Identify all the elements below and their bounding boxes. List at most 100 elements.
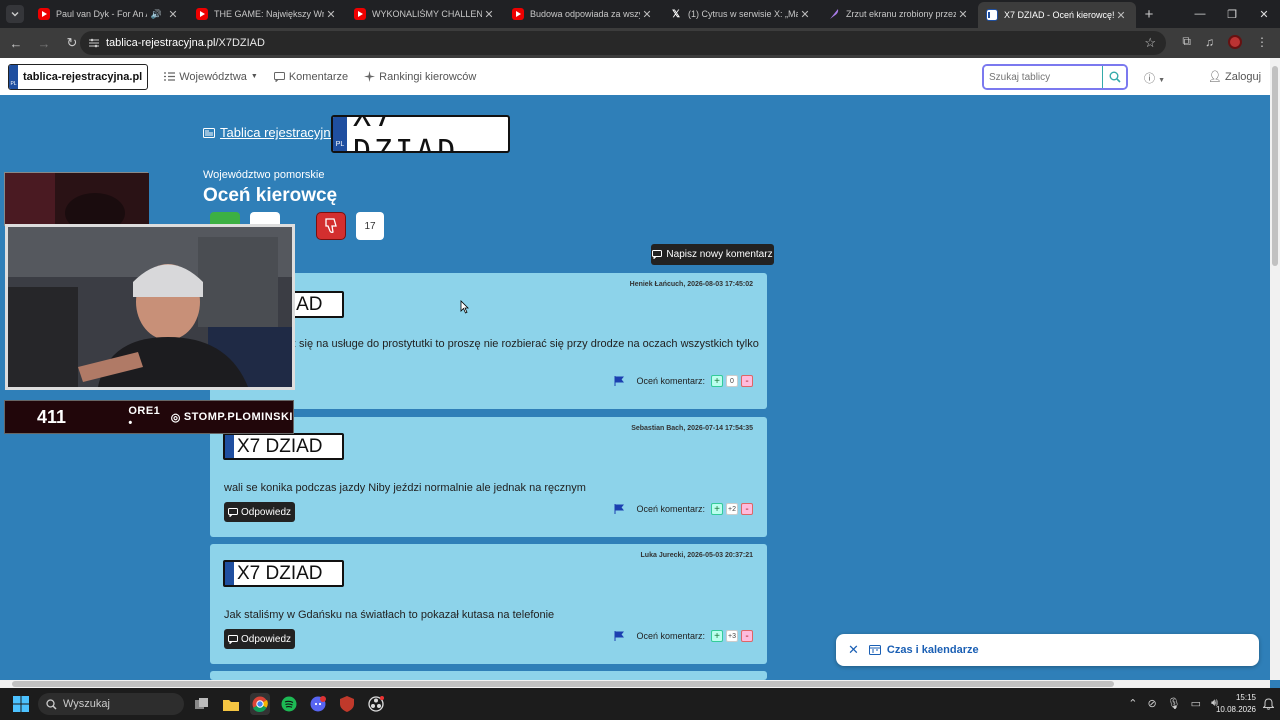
newspaper-icon: [203, 127, 215, 138]
browser-tab-2[interactable]: THE GAME: Największy Wróg... ✕: [188, 0, 346, 28]
forward-arrow-icon[interactable]: →: [32, 36, 56, 51]
microphone-icon[interactable]: 🎙︎: [1167, 697, 1181, 710]
login-link[interactable]: 👤︎ Zaloguj: [1208, 70, 1261, 83]
tab-title: Budowa odpowiada za wszystk...: [530, 9, 640, 19]
more-menu-icon[interactable]: ⋮: [1256, 35, 1268, 49]
tab-search-button[interactable]: [6, 5, 24, 23]
reply-button[interactable]: Odpowiedz: [224, 502, 295, 522]
display-icon[interactable]: ▭: [1191, 697, 1201, 710]
browser-tab-3[interactable]: WYKONALIŚMY CHALLENGE O... ✕: [346, 0, 504, 28]
taskbar-clock[interactable]: 15:15 10.08.2026: [1216, 692, 1256, 716]
close-window-icon[interactable]: ✕: [1248, 0, 1280, 28]
new-tab-icon[interactable]: +: [1136, 6, 1162, 23]
scrollbar-thumb[interactable]: [1272, 66, 1278, 266]
plate-search-input[interactable]: [984, 66, 1102, 88]
extensions-icon[interactable]: ⧉: [1182, 34, 1191, 49]
file-explorer-icon[interactable]: [221, 693, 241, 715]
back-arrow-icon[interactable]: ←: [4, 36, 28, 51]
close-tab-icon[interactable]: ✕: [798, 8, 812, 21]
url-text: tablica-rejestracyjna.pl/X7DZIAD: [106, 37, 265, 49]
search-button[interactable]: [1102, 66, 1126, 88]
comment-plate: X7 DZIAD: [223, 433, 344, 460]
spotify-icon[interactable]: [279, 693, 299, 715]
new-comment-button[interactable]: Napisz nowy komentarz: [651, 244, 774, 265]
minimize-icon[interactable]: —: [1184, 0, 1216, 28]
windows-start-icon[interactable]: [13, 696, 29, 712]
profile-avatar[interactable]: [1228, 34, 1242, 49]
plate-breadcrumb-link[interactable]: Tablica rejestracyjna: [203, 125, 338, 140]
feather-icon: [828, 8, 840, 20]
menu-comments-label: Komentarze: [288, 70, 349, 83]
close-tab-icon[interactable]: ✕: [956, 8, 970, 21]
tab-title: THE GAME: Największy Wróg...: [214, 9, 324, 19]
site-settings-icon[interactable]: [88, 37, 100, 49]
browser-tab-1[interactable]: Paul van Dyk - For An Angel 🔊 ✕: [30, 0, 188, 28]
plate-link-label: Tablica rejestracyjna: [220, 125, 338, 140]
plate-icon: [986, 9, 998, 21]
close-tab-icon[interactable]: ✕: [1114, 9, 1128, 22]
downvote-button[interactable]: -: [741, 375, 753, 387]
browser-tab-6[interactable]: Zrzut ekranu zrobiony przez Lig... ✕: [820, 0, 978, 28]
caret-down-icon: ▼: [250, 73, 258, 80]
discord-icon[interactable]: [308, 693, 328, 715]
chrome-icon[interactable]: [250, 693, 270, 715]
report-flag-icon[interactable]: [614, 631, 625, 641]
close-tab-icon[interactable]: ✕: [324, 8, 338, 21]
obs-icon[interactable]: [366, 693, 386, 715]
menu-rankings-label: Rankingi kierowców: [379, 70, 477, 83]
browser-tab-5[interactable]: 𝕏 (1) Cytrus w serwisie X: „Mamm... ✕: [662, 0, 820, 28]
stream-partial-text: ORE1 •: [128, 405, 161, 429]
bookmark-star-icon[interactable]: ☆: [1144, 35, 1156, 51]
report-flag-icon[interactable]: [614, 376, 625, 386]
task-view-icon[interactable]: [192, 693, 212, 715]
question-circle-icon: ⓘ: [1144, 73, 1155, 85]
shield-app-icon[interactable]: [337, 693, 357, 715]
downvote-button[interactable]: -: [741, 630, 753, 642]
browser-tab-4[interactable]: Budowa odpowiada za wszystk... ✕: [504, 0, 662, 28]
horizontal-scrollbar[interactable]: [0, 680, 1270, 688]
comment-icon: [273, 71, 285, 82]
instagram-icon: ◎: [170, 411, 181, 424]
youtube-icon: [196, 8, 208, 20]
browser-toolbar: ← → ↻ tablica-rejestracyjna.pl/X7DZIAD ☆…: [0, 28, 1280, 58]
downvote-button[interactable]: -: [741, 503, 753, 515]
help-menu[interactable]: ⓘ ▼: [1144, 70, 1165, 86]
reply-button[interactable]: Odpowiedz: [224, 629, 295, 649]
network-icon[interactable]: ⊘: [1147, 697, 1156, 710]
media-control-icon[interactable]: ♫: [1205, 35, 1214, 49]
close-icon[interactable]: ✕: [848, 642, 859, 658]
vertical-scrollbar[interactable]: [1270, 58, 1280, 680]
upvote-button[interactable]: +: [711, 630, 723, 642]
close-tab-icon[interactable]: ✕: [166, 8, 180, 21]
report-flag-icon[interactable]: [614, 504, 625, 514]
browser-tab-7-active[interactable]: X7 DZIAD - Oceń kierowcę! - ta... ✕: [978, 2, 1136, 28]
close-tab-icon[interactable]: ✕: [640, 8, 654, 21]
taskbar-search[interactable]: Wyszukaj: [38, 693, 184, 715]
site-logo[interactable]: PL tablica-rejestracyjna.pl: [8, 63, 149, 90]
rate-comment-label: Oceń komentarz:: [636, 504, 705, 514]
search-icon: [46, 698, 57, 710]
site-header: PL tablica-rejestracyjna.pl Województwa …: [0, 58, 1270, 95]
youtube-icon: [512, 8, 524, 20]
scrollbar-thumb[interactable]: [12, 681, 1114, 687]
search-icon: [1109, 71, 1121, 83]
comment-rating: Oceń komentarz: + +2 -: [614, 503, 753, 515]
address-bar[interactable]: tablica-rejestracyjna.pl/X7DZIAD ☆: [80, 31, 1166, 55]
close-tab-icon[interactable]: ✕: [482, 8, 496, 21]
viewer-count: 411: [37, 406, 67, 427]
tray-chevron-up-icon[interactable]: ⌃: [1128, 697, 1137, 710]
notification-toast[interactable]: ✕ Czas i kalendarze: [836, 634, 1259, 666]
comment-score: +3: [726, 630, 738, 642]
comment-plate-number: X7 DZIAD: [237, 562, 323, 584]
window-controls: — ❐ ✕: [1184, 0, 1280, 28]
menu-rankings[interactable]: Rankingi kierowców: [364, 71, 476, 83]
menu-comments[interactable]: Komentarze: [273, 70, 349, 83]
upvote-button[interactable]: +: [711, 503, 723, 515]
dislike-button[interactable]: [316, 212, 346, 240]
upvote-button[interactable]: +: [711, 375, 723, 387]
speaker-icon[interactable]: 🔊: [151, 9, 162, 20]
restore-icon[interactable]: ❐: [1216, 0, 1248, 28]
notifications-bell-icon[interactable]: [1263, 698, 1274, 710]
windows-taskbar: Wyszukaj ⌃ ⊘ 🎙︎ ▭ 🔊︎ 15:15 10.08.2026: [0, 688, 1280, 720]
menu-regions[interactable]: Województwa ▼: [164, 71, 258, 83]
